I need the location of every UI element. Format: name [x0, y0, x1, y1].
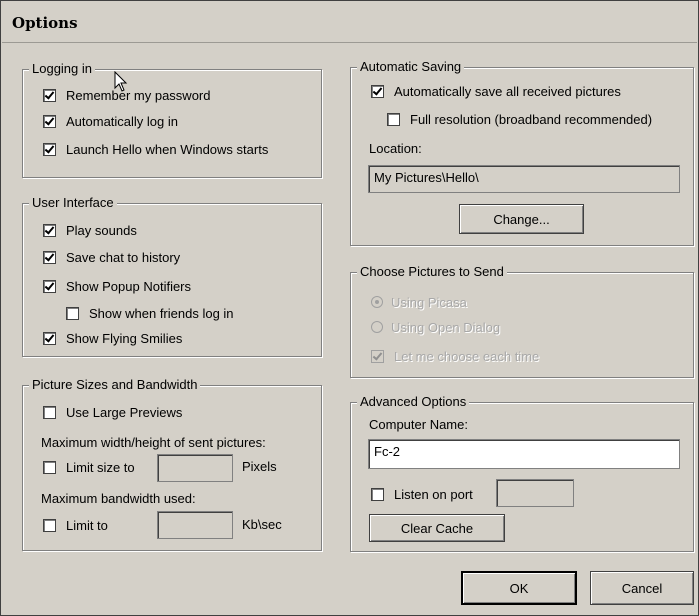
- large-previews-checkbox[interactable]: [43, 405, 56, 419]
- using-picasa-radio[interactable]: [371, 296, 383, 308]
- play-sounds-label: Play sounds: [66, 222, 137, 238]
- clear-cache-button[interactable]: Clear Cache: [369, 514, 505, 542]
- limit-size-unit: Pixels: [242, 459, 277, 474]
- popup-notifiers-label: Show Popup Notifiers: [66, 278, 192, 294]
- full-resolution-checkbox[interactable]: [387, 112, 400, 126]
- choose-pictures-group: Choose Pictures to Send Using Picasa Usi…: [350, 264, 694, 378]
- auto-login-label: Automatically log in: [66, 113, 178, 129]
- large-previews-label: Use Large Previews: [66, 404, 183, 420]
- popup-notifiers-checkbox[interactable]: [43, 279, 56, 293]
- friends-log-in-label: Show when friends log in: [89, 305, 234, 321]
- listen-on-port-option[interactable]: Listen on port: [371, 485, 473, 503]
- let-me-choose-checkbox[interactable]: [371, 349, 384, 363]
- launch-on-start-label: Launch Hello when Windows starts: [66, 141, 269, 157]
- listen-on-port-checkbox[interactable]: [371, 487, 384, 501]
- popup-notifiers-option[interactable]: Show Popup Notifiers: [43, 277, 191, 295]
- save-chat-label: Save chat to history: [66, 249, 181, 265]
- save-all-option[interactable]: Automatically save all received pictures: [371, 82, 621, 100]
- choose-pictures-legend: Choose Pictures to Send: [357, 264, 507, 279]
- limit-bandwidth-input[interactable]: [157, 511, 233, 539]
- launch-on-start-checkbox[interactable]: [43, 142, 56, 156]
- listen-on-port-input[interactable]: [496, 479, 574, 507]
- ok-button[interactable]: OK: [461, 571, 577, 605]
- using-picasa-label: Using Picasa: [391, 294, 467, 310]
- mouse-cursor-icon: [114, 71, 128, 92]
- friends-log-in-checkbox[interactable]: [66, 306, 79, 320]
- limit-bandwidth-option[interactable]: Limit to: [43, 516, 108, 534]
- advanced-options-group: Advanced Options Computer Name: Fc-2 Lis…: [350, 394, 694, 552]
- save-chat-option[interactable]: Save chat to history: [43, 248, 180, 266]
- logging-in-group: Logging in Remember my password Automati…: [22, 61, 322, 178]
- change-location-button[interactable]: Change...: [459, 204, 584, 234]
- limit-size-input[interactable]: [157, 454, 233, 482]
- automatic-saving-group: Automatic Saving Automatically save all …: [350, 59, 694, 246]
- save-all-checkbox[interactable]: [371, 84, 384, 98]
- limit-bandwidth-unit: Kb\sec: [242, 517, 282, 532]
- listen-on-port-label: Listen on port: [394, 486, 473, 502]
- user-interface-group: User Interface Play sounds Save chat to …: [22, 195, 322, 357]
- location-field: My Pictures\Hello\: [368, 165, 680, 193]
- logging-in-legend: Logging in: [29, 61, 95, 76]
- advanced-options-legend: Advanced Options: [357, 394, 470, 409]
- remember-password-checkbox[interactable]: [43, 88, 56, 102]
- limit-size-label: Limit size to: [66, 459, 135, 475]
- auto-login-option[interactable]: Automatically log in: [43, 112, 178, 130]
- flying-smilies-label: Show Flying Smilies: [66, 330, 183, 346]
- launch-on-start-option[interactable]: Launch Hello when Windows starts: [43, 140, 268, 158]
- save-all-label: Automatically save all received pictures: [394, 83, 621, 99]
- limit-bandwidth-label: Limit to: [66, 517, 108, 533]
- title-bar: Options: [2, 2, 697, 43]
- picture-sizes-group: Picture Sizes and Bandwidth Use Large Pr…: [22, 377, 322, 551]
- using-open-dialog-option[interactable]: Using Open Dialog: [371, 318, 500, 336]
- user-interface-legend: User Interface: [29, 195, 117, 210]
- max-size-caption: Maximum width/height of sent pictures:: [41, 435, 266, 450]
- let-me-choose-option[interactable]: Let me choose each time: [371, 347, 539, 365]
- full-resolution-option[interactable]: Full resolution (broadband recommended): [387, 110, 652, 128]
- play-sounds-checkbox[interactable]: [43, 223, 56, 237]
- max-bandwidth-caption: Maximum bandwidth used:: [41, 491, 196, 506]
- play-sounds-option[interactable]: Play sounds: [43, 221, 137, 239]
- save-chat-checkbox[interactable]: [43, 250, 56, 264]
- using-open-dialog-radio[interactable]: [371, 321, 383, 333]
- flying-smilies-option[interactable]: Show Flying Smilies: [43, 329, 182, 347]
- computer-name-label: Computer Name:: [369, 417, 468, 432]
- limit-size-option[interactable]: Limit size to: [43, 458, 135, 476]
- limit-bandwidth-checkbox[interactable]: [43, 518, 56, 532]
- full-resolution-label: Full resolution (broadband recommended): [410, 111, 653, 127]
- let-me-choose-label: Let me choose each time: [394, 348, 540, 364]
- options-dialog: Options Logging in Remember my password …: [0, 0, 699, 616]
- automatic-saving-legend: Automatic Saving: [357, 59, 465, 74]
- computer-name-input[interactable]: Fc-2: [368, 439, 680, 469]
- remember-password-label: Remember my password: [66, 87, 211, 103]
- flying-smilies-checkbox[interactable]: [43, 331, 56, 345]
- friends-log-in-option[interactable]: Show when friends log in: [66, 304, 234, 322]
- auto-login-checkbox[interactable]: [43, 114, 56, 128]
- cancel-button[interactable]: Cancel: [590, 571, 694, 605]
- using-picasa-option[interactable]: Using Picasa: [371, 293, 467, 311]
- picture-sizes-legend: Picture Sizes and Bandwidth: [29, 377, 201, 392]
- limit-size-checkbox[interactable]: [43, 460, 56, 474]
- dialog-title: Options: [12, 14, 78, 32]
- location-label: Location:: [369, 141, 422, 156]
- large-previews-option[interactable]: Use Large Previews: [43, 403, 182, 421]
- using-open-dialog-label: Using Open Dialog: [391, 319, 501, 335]
